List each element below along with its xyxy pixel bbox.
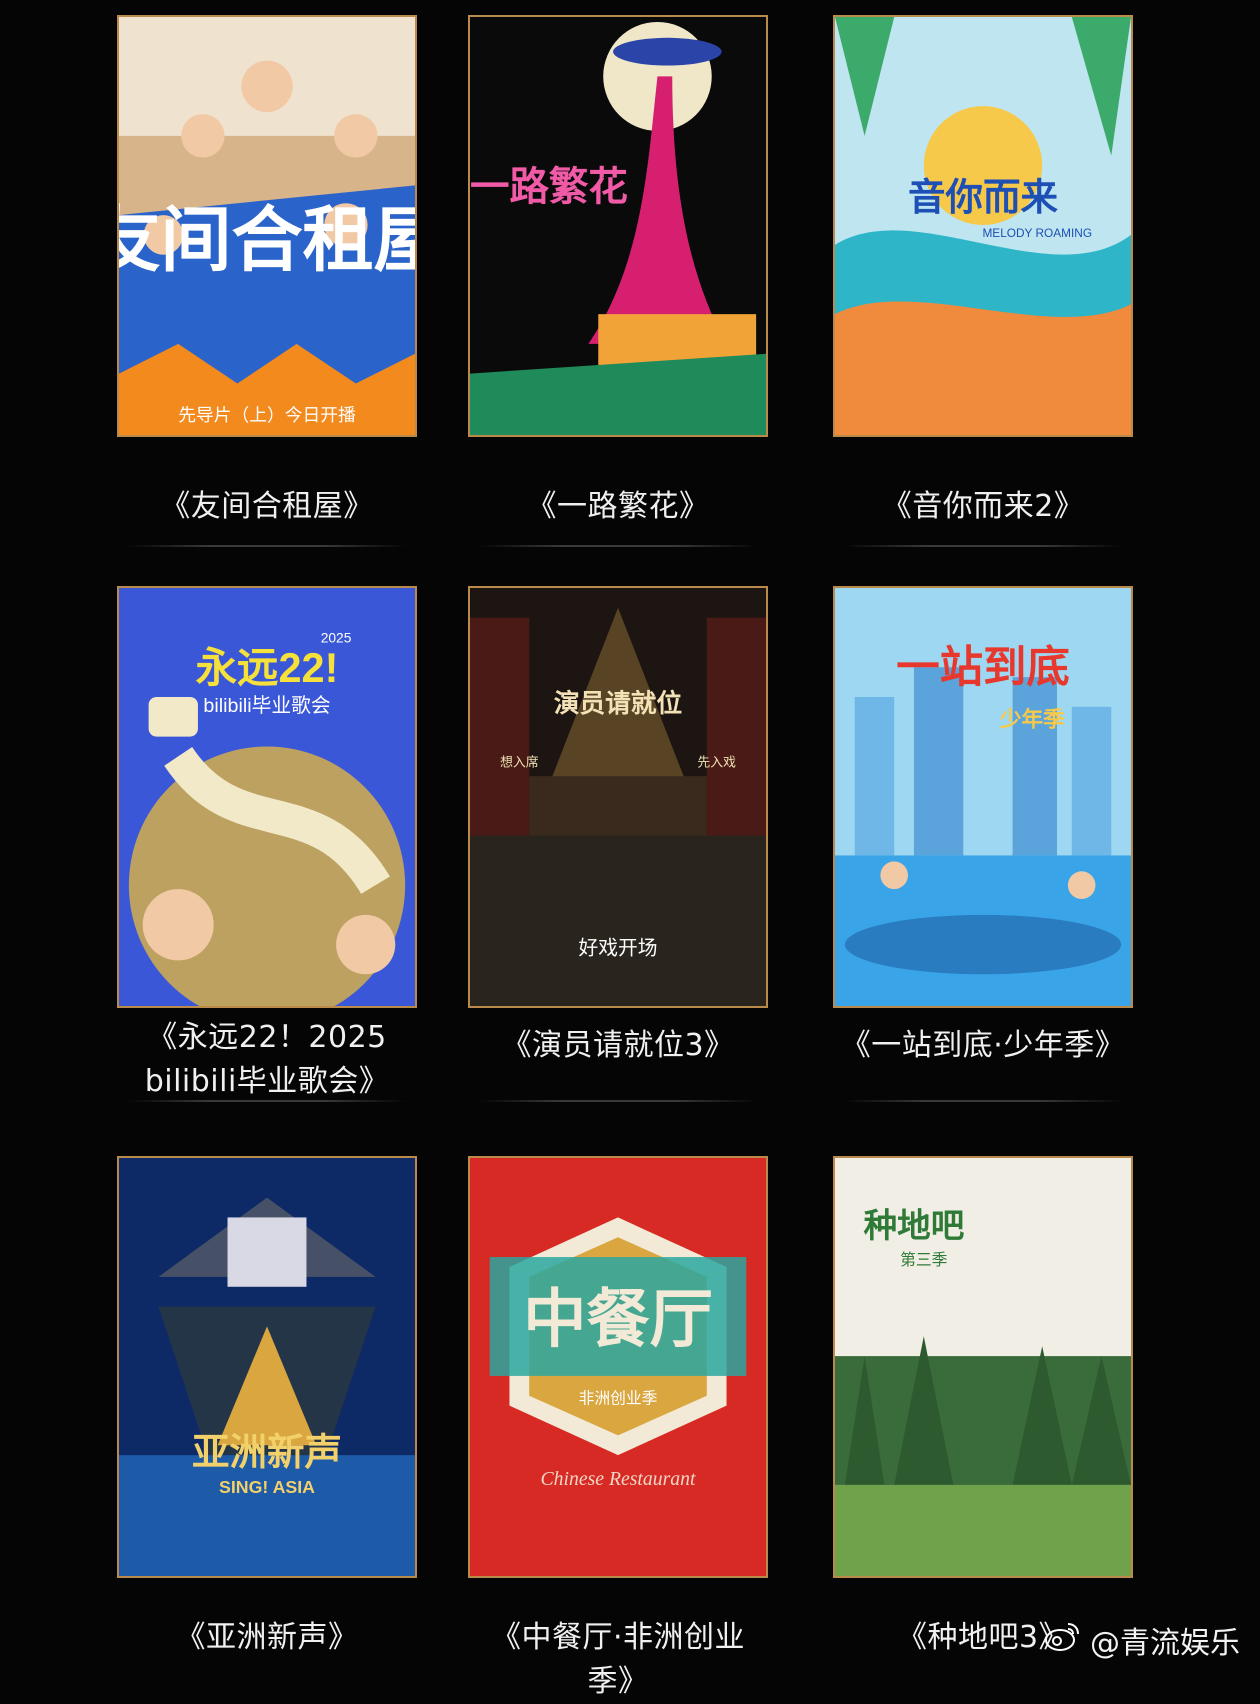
poster-title: 种地吧 [864, 1207, 965, 1245]
watermark-text: @青流娱乐 [1090, 1626, 1240, 1661]
poster-subtitle: 好戏开场 [579, 937, 658, 959]
poster-title: 亚洲新声 [192, 1431, 342, 1473]
poster-subtitle: Chinese Restaurant [540, 1468, 696, 1490]
poster-subtitle: MELODY ROAMING [982, 226, 1092, 240]
poster-title: 友间合租屋 [119, 202, 415, 281]
show-poster[interactable]: 一路繁花 [468, 15, 768, 437]
show-title[interactable]: 《一路繁花》 [468, 485, 768, 529]
divider [127, 545, 407, 547]
show-poster[interactable]: 永远22! 2025 bilibili毕业歌会 [117, 586, 417, 1008]
show-poster[interactable]: 音你而来 MELODY ROAMING [833, 15, 1133, 437]
show-title[interactable]: 《友间合租屋》 [117, 485, 417, 529]
divider [843, 545, 1123, 547]
poster-title: 永远22! [196, 644, 339, 691]
show-title[interactable]: 《永远22！2025 bilibili毕业歌会》 [117, 1016, 417, 1104]
show-title[interactable]: 《音你而来2》 [833, 485, 1133, 529]
show-title[interactable]: 《一站到底·少年季》 [833, 1024, 1133, 1068]
poster-year: 2025 [321, 629, 352, 645]
show-title-line: 《永远22！2025 [147, 1020, 387, 1055]
show-poster[interactable]: 亚洲新声 SING! ASIA [117, 1156, 417, 1578]
divider [843, 1100, 1123, 1102]
poster-title: 一路繁花 [470, 165, 628, 209]
poster-subtitle: SING! ASIA [219, 1477, 315, 1497]
poster-title: 演员请就位 [554, 688, 682, 718]
poster-title: 音你而来 [908, 176, 1058, 218]
poster-subtitle: bilibili毕业歌会 [203, 695, 330, 717]
show-poster[interactable]: 友间合租屋 先导片（上）今日开播 [117, 15, 417, 437]
poster-subtitle: 少年季 [999, 707, 1065, 732]
show-poster[interactable]: 种地吧 第三季 [833, 1156, 1133, 1578]
show-title[interactable]: 《中餐厅·非洲创业季》 [468, 1616, 768, 1704]
show-poster[interactable]: 一站到底 少年季 [833, 586, 1133, 1008]
divider [127, 1100, 407, 1102]
weibo-icon [1042, 1616, 1082, 1664]
watermark: @青流娱乐 [1042, 1618, 1240, 1662]
divider [478, 545, 758, 547]
poster-tagline: 想入席 [500, 754, 539, 769]
poster-tagline: 先入戏 [697, 754, 736, 769]
show-title[interactable]: 《亚洲新声》 [117, 1616, 417, 1660]
show-title[interactable]: 《演员请就位3》 [468, 1024, 768, 1068]
poster-subtitle: 先导片（上）今日开播 [178, 405, 356, 425]
show-poster[interactable]: 中餐厅 非洲创业季 Chinese Restaurant [468, 1156, 768, 1578]
poster-subtitle: 第三季 [900, 1251, 948, 1269]
show-title-line: bilibili毕业歌会》 [144, 1064, 390, 1099]
poster-title: 一站到底 [896, 644, 1070, 692]
poster-grid: 友间合租屋 先导片（上）今日开播 《友间合租屋》 一路繁花 《一路繁花》 [0, 0, 1260, 1699]
show-poster[interactable]: 演员请就位 想入席 先入戏 好戏开场 [468, 586, 768, 1008]
poster-title: 中餐厅 [523, 1285, 712, 1355]
divider [478, 1100, 758, 1102]
poster-subtitle: 非洲创业季 [579, 1390, 658, 1408]
